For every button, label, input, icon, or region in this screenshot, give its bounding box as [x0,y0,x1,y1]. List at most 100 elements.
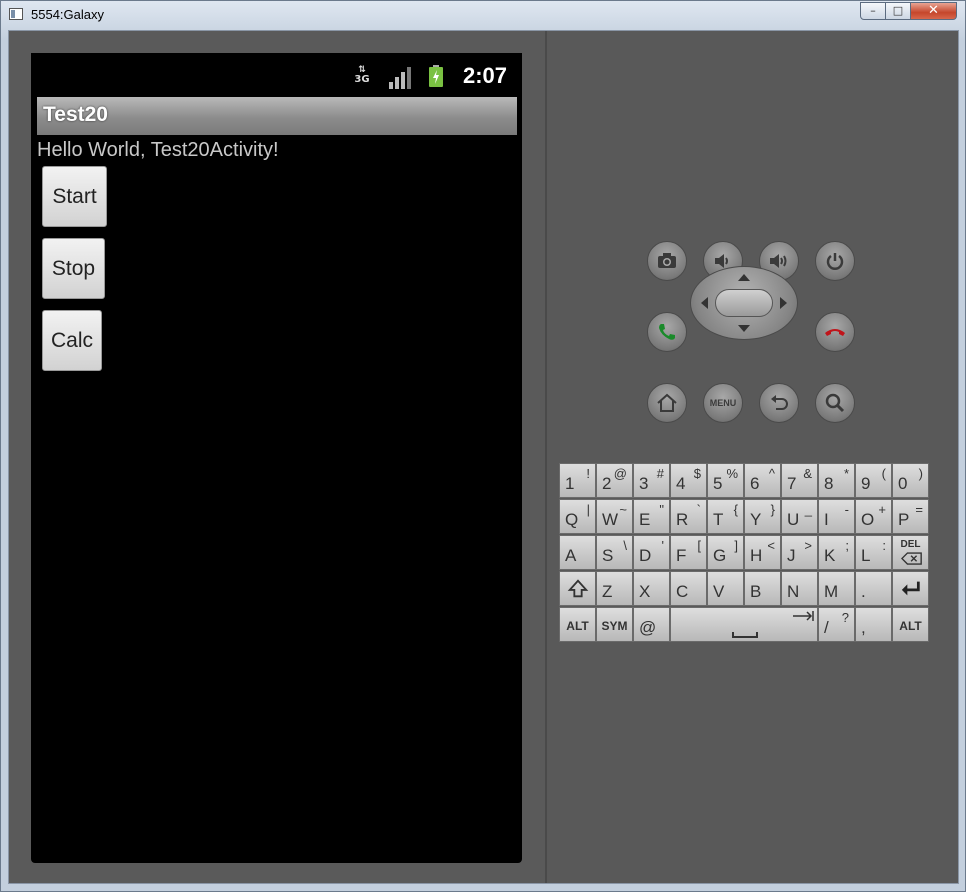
key-alt-0[interactable]: ALT [559,607,596,642]
key-i[interactable]: I- [818,499,855,534]
key-3[interactable]: 3 # [633,463,670,498]
shift-icon [567,579,589,598]
minimize-button[interactable]: – [860,2,886,20]
key-label: V [713,582,725,601]
dpad-center-button[interactable] [715,289,773,317]
dpad-up-icon[interactable] [738,274,750,281]
key-j[interactable]: J > [781,535,818,570]
power-button[interactable] [815,241,855,281]
key-t[interactable]: T{ [707,499,744,534]
key-sym[interactable]: SYM [596,607,633,642]
key-r[interactable]: R ` [670,499,707,534]
key-label: Z [602,582,613,601]
key-alt-label: - [844,502,849,517]
key-alt-label: | [586,502,590,517]
close-button[interactable]: ✕ [911,2,957,20]
key-delete[interactable]: DEL [892,535,929,570]
window-app-icon[interactable] [9,8,23,20]
key-label: C [676,582,689,601]
key-label: D [639,546,652,565]
key-p[interactable]: P = [892,499,929,534]
key-y[interactable]: Y} [744,499,781,534]
key-at[interactable]: @ [633,607,670,642]
key-space[interactable] [670,607,818,642]
key-m[interactable]: M [818,571,855,606]
key-2[interactable]: 2 @ [596,463,633,498]
dpad-left-icon[interactable] [701,297,708,309]
key-slash[interactable]: /? [818,607,855,642]
key-z[interactable]: Z [596,571,633,606]
key-label: 8 [824,474,834,493]
maximize-button[interactable]: □ [886,2,911,20]
key-alt-label: + [878,502,886,517]
back-button[interactable] [759,383,799,423]
key-label: I [824,510,829,529]
key-v[interactable]: V [707,571,744,606]
key-f[interactable]: F[ [670,535,707,570]
key-a[interactable]: A [559,535,596,570]
menu-button[interactable]: MENU [703,383,743,423]
key-label: X [639,582,651,601]
key-u[interactable]: U _ [781,499,818,534]
key-alt-label: ` [696,502,701,517]
key-label: 2 [602,474,612,493]
dpad-down-icon[interactable] [738,325,750,332]
calc-button[interactable]: Calc [42,310,102,371]
search-button[interactable] [815,383,855,423]
key-4[interactable]: 4 $ [670,463,707,498]
key-o[interactable]: O + [855,499,892,534]
camera-button[interactable] [647,241,687,281]
key-5[interactable]: 5% [707,463,744,498]
key-label: @ [639,618,657,637]
key-alt-label: = [915,502,923,517]
key-7[interactable]: 7 & [781,463,818,498]
network-label: 3G [354,74,370,85]
device-screen[interactable]: ⇅ 3G 2:07 Test20 Hello World, Test20Acti… [31,53,522,863]
key-l[interactable]: L: [855,535,892,570]
key-g[interactable]: G] [707,535,744,570]
key-n[interactable]: N [781,571,818,606]
key-c[interactable]: C [670,571,707,606]
phone-bezel: ⇅ 3G 2:07 Test20 Hello World, Test20Acti… [9,31,545,883]
key-k[interactable]: K; [818,535,855,570]
key-period[interactable]: . [855,571,892,606]
key-b[interactable]: B [744,571,781,606]
window-titlebar[interactable]: 5554:Galaxy – □ ✕ [1,1,965,29]
key-6[interactable]: 6 ^ [744,463,781,498]
key-alt-label: % [726,466,738,481]
key-enter[interactable] [892,571,929,606]
key-8[interactable]: 8 * [818,463,855,498]
end-call-button[interactable] [815,312,855,352]
key-label: . [861,582,866,601]
key-label: K [824,546,836,565]
key-label: 7 [787,474,797,493]
key-9[interactable]: 9( [855,463,892,498]
panel-divider [545,31,547,883]
key-label: 4 [676,474,686,493]
key-alt-6[interactable]: ALT [892,607,929,642]
home-button[interactable] [647,383,687,423]
key-x[interactable]: X [633,571,670,606]
key-d[interactable]: D ' [633,535,670,570]
key-alt-label: ; [845,538,849,553]
key-shift[interactable] [559,571,596,606]
stop-button[interactable]: Stop [42,238,105,299]
key-alt-label: ~ [619,502,627,517]
key-label: Y [750,510,762,529]
key-1[interactable]: 1! [559,463,596,498]
start-button[interactable]: Start [42,166,107,227]
call-button[interactable] [647,312,687,352]
key-0[interactable]: 0) [892,463,929,498]
key-e[interactable]: E " [633,499,670,534]
key-comma[interactable]: , [855,607,892,642]
status-time: 2:07 [463,63,508,88]
dpad[interactable] [690,266,798,340]
dpad-right-icon[interactable] [780,297,787,309]
key-s[interactable]: S \ [596,535,633,570]
key-w[interactable]: W ~ [596,499,633,534]
key-q[interactable]: Q | [559,499,596,534]
key-alt-label: \ [623,538,627,553]
key-alt-label: & [803,466,812,481]
emulator-client-area: ⇅ 3G 2:07 Test20 Hello World, Test20Acti… [8,30,959,884]
key-h[interactable]: H < [744,535,781,570]
